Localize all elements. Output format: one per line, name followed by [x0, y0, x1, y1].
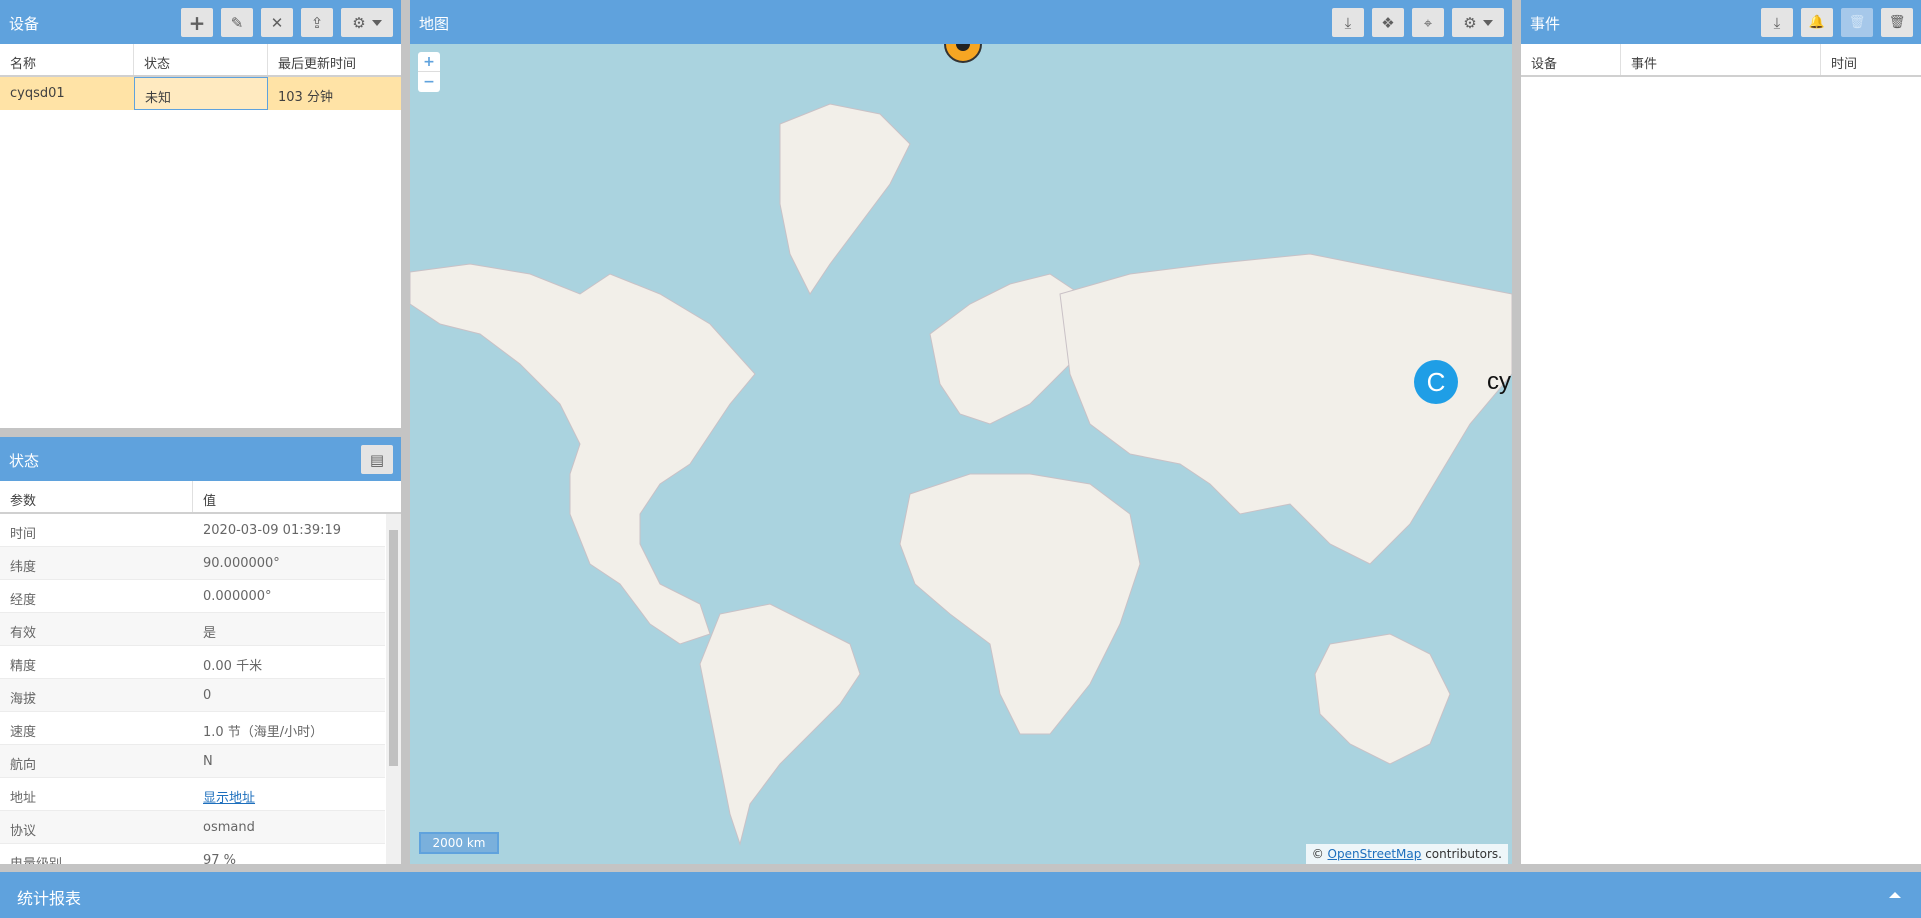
add-device-button[interactable]: + [181, 8, 213, 37]
follow-button[interactable]: ⌖ [1412, 8, 1444, 37]
chevron-up-icon[interactable] [1889, 892, 1901, 898]
column-parameter[interactable]: 参数 [0, 481, 193, 512]
events-table-header: 设备 事件 时间 [1521, 44, 1921, 77]
events-title: 事件 [1530, 15, 1561, 33]
reports-title: 统计报表 [17, 889, 82, 908]
clear-events-button[interactable]: 🗑 [1881, 8, 1913, 37]
zoom-control: + − [418, 52, 440, 92]
chevron-down-icon [1482, 19, 1493, 26]
state-row-valid: 有效是 [0, 613, 385, 646]
map-header: 地图 ⤓ ❖ ⌖ ⚙ [410, 0, 1512, 44]
state-row-time: 时间 2020-03-09 01:39:19 [0, 514, 385, 547]
map-attribution: © OpenStreetMap contributors. [1305, 844, 1508, 864]
state-row-longitude: 经度 0.000000° [0, 580, 385, 613]
arrow-down-icon: ⤓ [1773, 13, 1781, 32]
close-icon: ✕ [270, 13, 284, 32]
column-name[interactable]: 名称 [0, 44, 134, 75]
state-table-button[interactable]: ▤ [361, 445, 393, 474]
column-last-update[interactable]: 最后更新时间 [268, 44, 401, 75]
show-address-link[interactable]: 显示地址 [203, 791, 255, 806]
state-row-protocol: 协议 osmand [0, 811, 385, 844]
state-scrollbar[interactable] [386, 514, 401, 864]
zoom-out-button[interactable]: − [418, 72, 440, 92]
state-row-course: 航向 N [0, 745, 385, 778]
state-title: 状态 [9, 452, 40, 470]
gear-icon: ⚙ [1463, 13, 1477, 32]
scroll-to-latest-button[interactable]: ⤓ [1761, 8, 1793, 37]
device-status: 未知 [134, 77, 268, 110]
watermark-text: cyqsd's blog [1487, 368, 1512, 395]
devices-panel: 设备 + ✎ ✕ ⇪ ⚙ 名称 状态 最后更新时间 cyqsd01 未知 103… [0, 0, 401, 428]
openstreetmap-link[interactable]: OpenStreetMap [1328, 847, 1422, 861]
pencil-icon: ✎ [230, 13, 244, 32]
column-device[interactable]: 设备 [1521, 44, 1621, 75]
column-status[interactable]: 状态 [134, 44, 268, 75]
remove-device-button[interactable]: ✕ [261, 8, 293, 37]
device-name: cyqsd01 [10, 86, 65, 101]
column-event[interactable]: 事件 [1621, 44, 1821, 75]
column-time[interactable]: 时间 [1821, 44, 1921, 75]
plus-icon: + [188, 10, 206, 35]
map-title: 地图 [419, 15, 450, 33]
table-icon: ▤ [369, 450, 385, 469]
devices-header: 设备 + ✎ ✕ ⇪ ⚙ [0, 0, 401, 44]
state-header: 状态 ▤ [0, 437, 401, 481]
map-settings-button[interactable]: ⚙ [1452, 8, 1504, 37]
state-row-latitude: 纬度 90.000000° [0, 547, 385, 580]
devices-title: 设备 [9, 15, 40, 33]
paw-icon: ❖ [1381, 13, 1395, 32]
map-scale: 2000 km [419, 832, 499, 854]
world-map[interactable]: C cyqsd's blog [410, 44, 1512, 864]
table-row[interactable]: cyqsd01 未知 103 分钟 [0, 77, 401, 110]
bell-icon: 🔔 [1808, 15, 1826, 30]
remove-event-button[interactable]: 🗑 [1841, 8, 1873, 37]
state-row-accuracy: 精度 0.00 千米 [0, 646, 385, 679]
state-row-address: 地址 显示地址 [0, 778, 385, 811]
state-row-speed: 速度 1.0 节（海里/小时） [0, 712, 385, 745]
history-button[interactable]: ❖ [1372, 8, 1404, 37]
events-panel: 事件 ⤓ 🔔 🗑 🗑 设备 事件 时间 [1521, 0, 1921, 864]
edit-device-button[interactable]: ✎ [221, 8, 253, 37]
device-settings-button[interactable]: ⚙ [341, 8, 393, 37]
reports-bar[interactable]: 统计报表 [0, 872, 1921, 918]
download-icon: ⤓ [1344, 13, 1352, 32]
state-panel: 状态 ▤ 参数 值 时间 2020-03-09 01:39:19 纬度 90.000… [0, 437, 401, 864]
send-command-button[interactable]: ⇪ [301, 8, 333, 37]
chevron-down-icon [371, 19, 382, 26]
events-header: 事件 ⤓ 🔔 🗑 🗑 [1521, 0, 1921, 44]
map-panel: 地图 ⤓ ❖ ⌖ ⚙ C cyqsd's blog + − 2000 km © … [410, 0, 1512, 864]
watermark-logo-letter: C [1427, 367, 1446, 397]
geofence-button[interactable]: ⤓ [1332, 8, 1364, 37]
state-row-altitude: 海拔 0 [0, 679, 385, 712]
state-table-header: 参数 值 [0, 481, 401, 514]
column-value[interactable]: 值 [193, 481, 401, 512]
trash-icon: 🗑 [1888, 15, 1906, 30]
state-list[interactable]: 时间 2020-03-09 01:39:19 纬度 90.000000° 经度 0.0… [0, 514, 385, 864]
upload-icon: ⇪ [310, 13, 324, 32]
sound-toggle-button[interactable]: 🔔 [1801, 8, 1833, 37]
crosshair-icon: ⌖ [1423, 13, 1433, 32]
devices-table-header: 名称 状态 最后更新时间 [0, 44, 401, 77]
state-row-battery: 电量级别97 % [0, 844, 385, 864]
zoom-in-button[interactable]: + [418, 52, 440, 72]
trash-icon: 🗑 [1848, 15, 1866, 30]
gear-icon: ⚙ [352, 13, 366, 32]
device-last-update: 103 分钟 [278, 90, 333, 105]
